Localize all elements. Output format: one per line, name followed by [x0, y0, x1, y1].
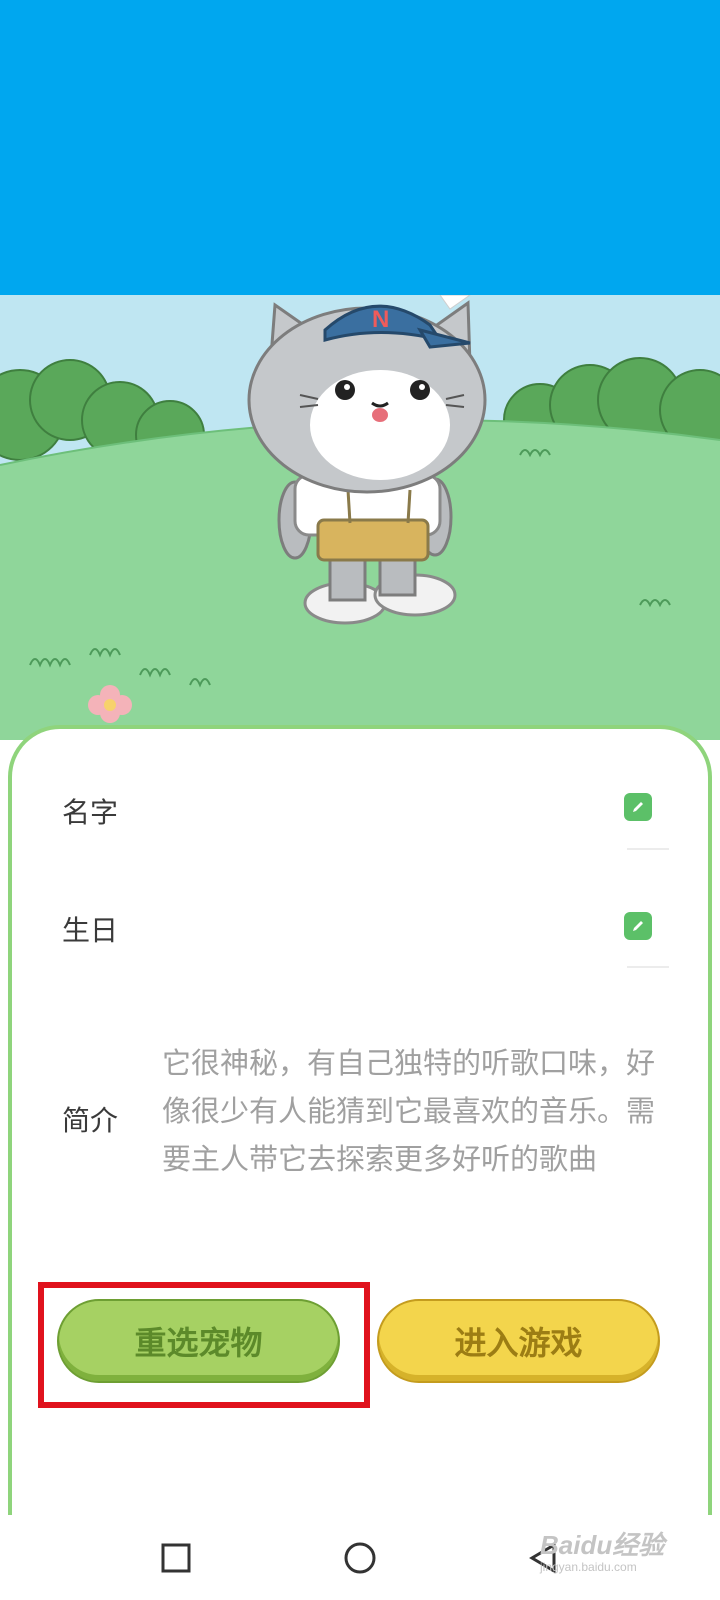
top-banner	[0, 0, 720, 295]
birthday-label: 生日	[62, 914, 119, 947]
name-edit-icon[interactable]	[624, 793, 652, 821]
pencil-icon	[633, 921, 643, 931]
reselect-pet-button[interactable]: 重选宠物	[57, 1299, 340, 1383]
birthday-edit-icon[interactable]	[624, 912, 652, 940]
pet-profile-card: 名字 生日 简介 它很神秘，有自己独特的听歌口味，好像很少有人能猜到它最喜欢的音…	[8, 725, 712, 1545]
intro-text: 它很神秘，有自己独特的听歌口味，好像很少有人能猜到它最喜欢的音乐。需要主人带它去…	[162, 1046, 656, 1176]
name-label: 名字	[62, 796, 119, 829]
circle-icon	[344, 1542, 376, 1574]
square-icon	[161, 1543, 191, 1573]
home-button[interactable]	[335, 1533, 385, 1583]
cap-letter: N	[372, 306, 389, 333]
name-divider	[627, 848, 669, 850]
scene-illustration: N	[0, 295, 720, 740]
enter-game-button[interactable]: 进入游戏	[377, 1299, 660, 1383]
pencil-icon	[633, 802, 643, 812]
recent-apps-button[interactable]	[151, 1533, 201, 1583]
watermark-main: Baidu经验	[540, 1530, 665, 1560]
watermark-sub: jingyan.baidu.com	[540, 1560, 637, 1574]
intro-label: 简介	[62, 1104, 119, 1137]
pet-scene: N	[0, 295, 720, 740]
birthday-divider	[627, 966, 669, 968]
watermark: Baidu经验 jingyan.baidu.com	[540, 1525, 715, 1585]
